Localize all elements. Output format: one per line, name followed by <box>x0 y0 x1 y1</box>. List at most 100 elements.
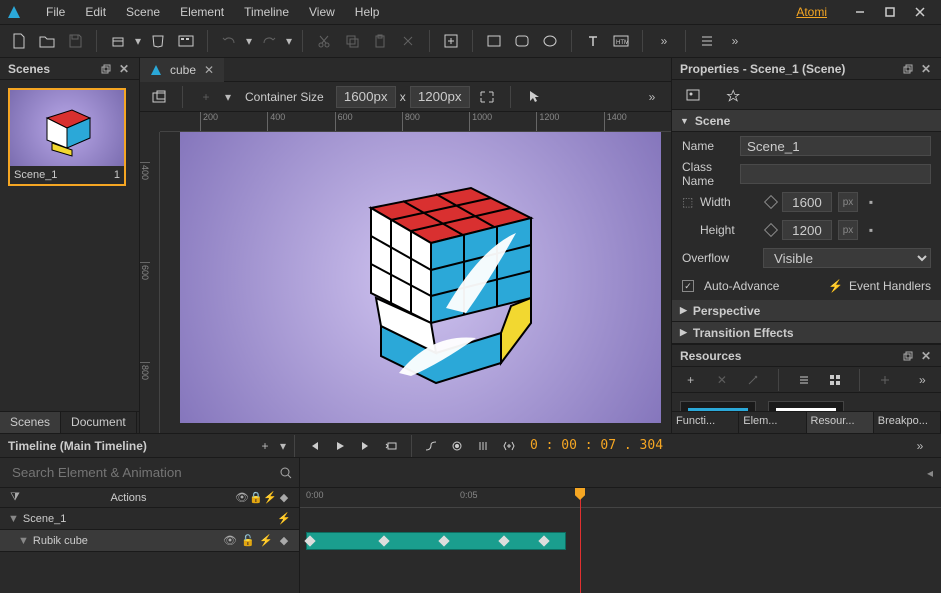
timeline-search-input[interactable] <box>6 462 279 484</box>
snap-icon[interactable] <box>470 433 496 459</box>
playhead[interactable] <box>580 488 581 593</box>
track-scene[interactable]: ▼ Scene_1 ⚡ <box>0 508 299 530</box>
tab-breakpoints[interactable]: Breakpo... <box>874 412 941 433</box>
menu-file[interactable]: File <box>36 2 75 22</box>
maximize-button[interactable] <box>875 1 905 23</box>
html5-export-icon[interactable] <box>145 28 171 54</box>
panel-restore-icon[interactable] <box>99 62 113 76</box>
name-input[interactable] <box>740 136 931 156</box>
add-element-icon[interactable] <box>438 28 464 54</box>
res-grid-view-icon[interactable] <box>822 367 847 393</box>
doc-close-icon[interactable]: ✕ <box>204 63 214 77</box>
menu-scene[interactable]: Scene <box>116 2 170 22</box>
atomi-link[interactable]: Atomi <box>796 5 827 19</box>
skip-start-icon[interactable] <box>301 433 327 459</box>
close-button[interactable] <box>905 1 935 23</box>
tab-resources[interactable]: Resour... <box>807 412 874 433</box>
res-list-view-icon[interactable] <box>791 367 816 393</box>
width-unit[interactable]: px <box>838 192 858 212</box>
visibility-icon[interactable]: 👁 <box>235 491 249 505</box>
height-unit[interactable]: px <box>838 220 858 240</box>
section-scene[interactable]: ▼Scene <box>672 110 941 132</box>
record-icon[interactable] <box>444 433 470 459</box>
package-dropdown[interactable]: ▾ <box>133 28 143 54</box>
ellipse-tool-icon[interactable] <box>537 28 563 54</box>
res-restore-icon[interactable] <box>901 349 915 363</box>
rectangle-tool-icon[interactable] <box>481 28 507 54</box>
height-input[interactable] <box>782 220 832 240</box>
redo-dropdown[interactable]: ▾ <box>284 28 294 54</box>
auto-advance-checkbox[interactable]: ✓ <box>682 280 694 292</box>
minimize-button[interactable] <box>845 1 875 23</box>
package-icon[interactable] <box>105 28 131 54</box>
res-overflow-icon[interactable]: » <box>910 367 935 393</box>
effects-tab-icon[interactable] <box>720 82 746 108</box>
toolbar-overflow2-icon[interactable]: » <box>722 28 748 54</box>
lock-icon[interactable]: 🔒 <box>249 491 263 505</box>
html-widget-icon[interactable]: HTML <box>608 28 634 54</box>
timeline-track-area[interactable]: 0:00 0:05 <box>300 488 941 593</box>
undo-dropdown[interactable]: ▾ <box>244 28 254 54</box>
new-file-icon[interactable] <box>6 28 32 54</box>
add-dropdown[interactable]: ▾ <box>223 84 233 110</box>
timeline-add-dropdown[interactable]: ▾ <box>278 433 288 459</box>
play-icon[interactable] <box>327 433 353 459</box>
menu-edit[interactable]: Edit <box>75 2 116 22</box>
res-add-icon[interactable]: + <box>678 367 703 393</box>
height-keyframe[interactable] <box>764 223 778 237</box>
rounded-rect-tool-icon[interactable] <box>509 28 535 54</box>
container-width-input[interactable] <box>336 86 396 108</box>
section-transition[interactable]: ▶Transition Effects <box>672 322 941 344</box>
width-keyframe[interactable] <box>764 195 778 209</box>
skip-end-icon[interactable] <box>353 433 379 459</box>
selection-tool-icon[interactable] <box>521 84 547 110</box>
resource-item[interactable]: Artboard 5 <box>768 401 848 411</box>
menu-help[interactable]: Help <box>345 2 390 22</box>
props-close-icon[interactable]: ✕ <box>919 62 933 76</box>
menu-view[interactable]: View <box>299 2 345 22</box>
props-restore-icon[interactable] <box>901 62 915 76</box>
section-perspective[interactable]: ▶Perspective <box>672 300 941 322</box>
res-close-icon[interactable]: ✕ <box>919 349 933 363</box>
tab-document[interactable]: Document <box>61 412 137 433</box>
track-rubik-cube[interactable]: ▼ Rubik cube 👁 🔓 ⚡ ◆ <box>0 530 299 552</box>
menu-element[interactable]: Element <box>170 2 234 22</box>
class-input[interactable] <box>740 164 931 184</box>
timeline-add-icon[interactable]: + <box>252 433 278 459</box>
menu-timeline[interactable]: Timeline <box>234 2 299 22</box>
event-handlers-label[interactable]: Event Handlers <box>849 279 931 293</box>
tab-elements[interactable]: Elem... <box>739 412 806 433</box>
width-menu-icon[interactable]: ▪ <box>864 195 878 209</box>
video-export-icon[interactable] <box>173 28 199 54</box>
responsive-icon[interactable] <box>474 84 500 110</box>
document-tab[interactable]: cube ✕ <box>140 58 224 82</box>
overflow-select[interactable]: Visible <box>763 248 931 268</box>
canvas-stage[interactable] <box>180 132 661 423</box>
general-tab-icon[interactable] <box>680 82 706 108</box>
text-tool-icon[interactable] <box>580 28 606 54</box>
panel-close-icon[interactable]: ✕ <box>117 62 131 76</box>
toolbar-overflow-icon[interactable]: » <box>651 28 677 54</box>
key-icon[interactable]: ◆ <box>277 491 291 505</box>
link-icon[interactable]: ⬚ <box>682 195 694 209</box>
loop-icon[interactable] <box>379 433 405 459</box>
filter-icon[interactable]: ⧩ <box>8 491 22 505</box>
container-height-input[interactable] <box>410 86 470 108</box>
timeline-overflow-icon[interactable]: » <box>907 433 933 459</box>
tab-scenes[interactable]: Scenes <box>0 412 61 433</box>
scene-thumbnail[interactable]: Scene_11 <box>8 88 126 186</box>
animation-clip[interactable] <box>306 532 566 550</box>
toolbar-menu-icon[interactable] <box>694 28 720 54</box>
easing-icon[interactable] <box>418 433 444 459</box>
resource-item[interactable]: Artboard 6 <box>680 401 760 411</box>
auto-key-icon[interactable] <box>496 433 522 459</box>
canvas-overflow-icon[interactable]: » <box>639 84 665 110</box>
width-input[interactable] <box>782 192 832 212</box>
search-icon[interactable] <box>279 466 293 480</box>
open-folder-icon[interactable] <box>34 28 60 54</box>
timecode-display[interactable]: 0 : 00 : 07 . 304 <box>530 438 663 453</box>
action-icon[interactable]: ⚡ <box>263 491 277 505</box>
tab-functions[interactable]: Functi... <box>672 412 739 433</box>
height-menu-icon[interactable]: ▪ <box>864 223 878 237</box>
fit-screen-icon[interactable] <box>146 84 172 110</box>
